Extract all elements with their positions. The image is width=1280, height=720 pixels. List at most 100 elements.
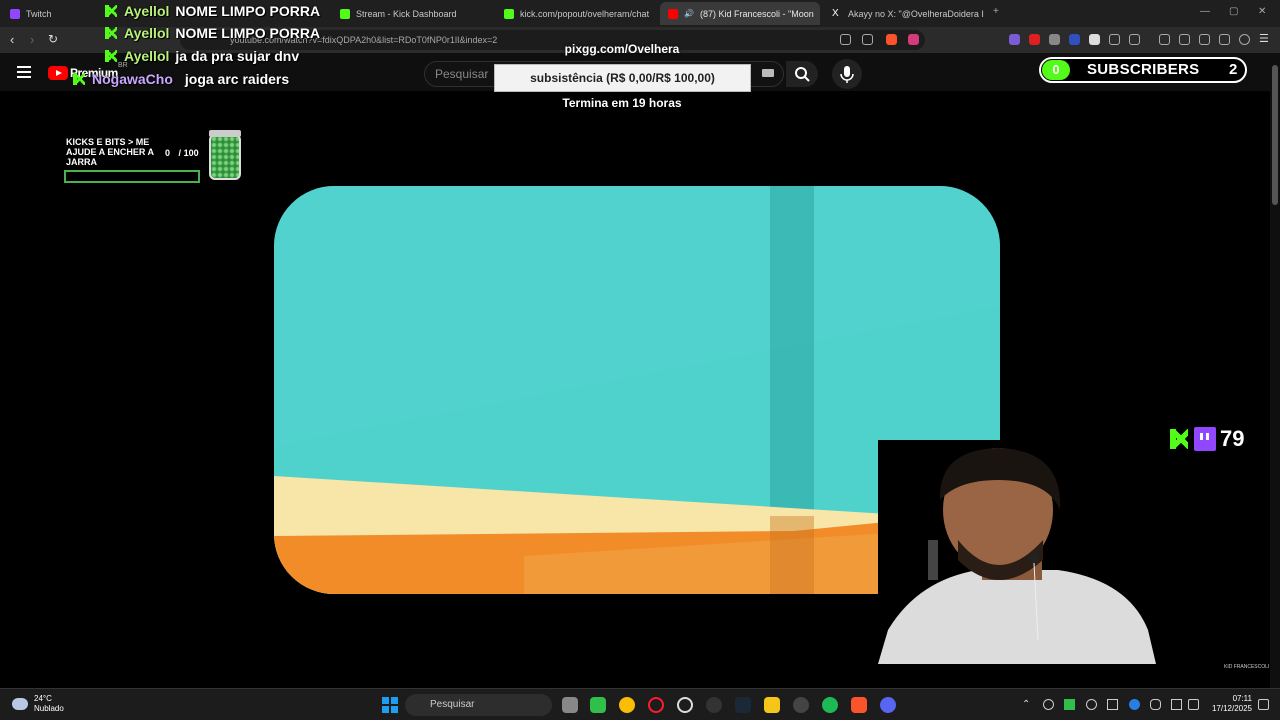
subscribers-total: 2 — [1229, 61, 1238, 78]
chat-text: NOME LIMPO PORRA — [175, 3, 321, 19]
weather-desc: Nublado — [34, 704, 64, 713]
jar-current: 0 — [165, 148, 171, 158]
network-icon[interactable] — [1171, 699, 1182, 710]
hamburger-icon[interactable] — [17, 66, 31, 78]
brave-icon[interactable] — [851, 697, 867, 713]
obs-icon[interactable] — [677, 697, 693, 713]
keyboard-icon[interactable] — [762, 69, 774, 77]
system-clock[interactable]: 07:11 17/12/2025 — [1208, 694, 1252, 714]
file-explorer-icon[interactable] — [764, 697, 780, 713]
chat-text: ja da pra sujar dnv — [175, 48, 300, 64]
tab-label: kick.com/popout/ovelheram/chat — [520, 8, 650, 19]
volume-icon[interactable] — [1188, 699, 1199, 710]
extension-icon[interactable] — [1009, 34, 1020, 45]
steam-icon[interactable] — [735, 697, 751, 713]
screen: Twitch Stream - Kick Dashboard kick.com/… — [0, 0, 1280, 720]
donation-goal-text: subsistência (R$ 0,00/R$ 100,00) — [530, 71, 715, 85]
tray-icon[interactable] — [1064, 699, 1075, 710]
app-icon[interactable] — [706, 697, 722, 713]
chat-message: Ayellol ja da pra sujar dnv — [104, 45, 299, 67]
windows-start-icon[interactable] — [382, 697, 398, 713]
puzzle-icon[interactable] — [1109, 34, 1120, 45]
opera-icon[interactable] — [648, 697, 664, 713]
viewer-counter: 79 — [1168, 426, 1244, 452]
chrome-icon[interactable] — [619, 697, 635, 713]
extension-icon[interactable] — [1089, 34, 1100, 45]
x-logo-icon: X — [832, 7, 839, 19]
vpn-icon[interactable] — [1239, 34, 1250, 45]
search-placeholder: Pesquisar — [435, 67, 489, 81]
extension-icon[interactable] — [1069, 34, 1080, 45]
tray-icon[interactable] — [1086, 699, 1097, 710]
sidebar-icon[interactable] — [1179, 34, 1190, 45]
microphone-icon — [840, 66, 854, 83]
chat-message: Ayellol NOME LIMPO PORRA — [104, 0, 320, 22]
app-icon[interactable] — [793, 697, 809, 713]
chevron-up-icon[interactable]: ⌃ — [1022, 699, 1033, 710]
chat-text: joga arc raiders — [184, 71, 290, 87]
kick-icon — [104, 26, 118, 40]
tab-x[interactable]: X Akayy no X: "@OvelheraDoidera Ima — [824, 2, 984, 25]
webcam-watermark: KID FRANCESCOLI — [1224, 664, 1270, 670]
youtube-icon — [668, 8, 678, 19]
donation-goal-ends: Termina em 19 horas — [562, 96, 682, 110]
voice-search-button[interactable] — [832, 59, 862, 89]
app-icon[interactable] — [590, 697, 606, 713]
wallet-icon[interactable] — [1129, 34, 1140, 45]
brave-rewards-icon[interactable] — [908, 34, 919, 45]
clock-date: 17/12/2025 — [1211, 704, 1252, 713]
viewer-count: 79 — [1220, 426, 1245, 451]
clock-time: 07:11 — [1232, 694, 1252, 703]
share-icon[interactable] — [862, 34, 873, 45]
tab-label: Stream - Kick Dashboard — [356, 8, 457, 19]
kick-icon — [1168, 427, 1190, 451]
extension-icon[interactable] — [1029, 34, 1040, 45]
microphone-icon[interactable] — [1150, 699, 1161, 710]
reload-icon[interactable]: ↻ — [48, 32, 58, 46]
tray-icon[interactable] — [1107, 699, 1118, 710]
cloud-icon — [12, 698, 28, 710]
search-button[interactable] — [786, 61, 818, 87]
bluetooth-icon[interactable] — [1129, 699, 1140, 710]
jar-progress-bar — [64, 170, 200, 183]
taskbar-search[interactable]: Pesquisar — [405, 694, 552, 716]
cast-icon[interactable] — [840, 34, 851, 45]
tab-kick-chat[interactable]: kick.com/popout/ovelheram/chat — [496, 2, 656, 25]
twitch-icon — [10, 8, 20, 19]
page-scrollbar[interactable] — [1270, 53, 1280, 688]
new-tab-icon[interactable]: + — [993, 6, 999, 17]
taskbar-search-placeholder: Pesquisar — [430, 699, 475, 710]
discord-icon[interactable] — [880, 697, 896, 713]
notifications-icon[interactable] — [1258, 699, 1269, 710]
maximize-icon[interactable]: ▢ — [1229, 6, 1238, 17]
donation-site-label: pixgg.com/Ovelhera — [564, 42, 680, 56]
task-view-icon[interactable] — [562, 697, 578, 713]
chat-username: Ayellol — [124, 48, 170, 64]
scrollbar-thumb[interactable] — [1272, 65, 1278, 205]
spotify-icon[interactable] — [822, 697, 838, 713]
leo-icon[interactable] — [1219, 34, 1230, 45]
tray-icon[interactable] — [1043, 699, 1054, 710]
windows-taskbar: 24°C Nublado Pesquisar ⌃ 07:11 17/12/202… — [0, 688, 1280, 720]
twitch-icon — [1194, 427, 1216, 451]
tab-youtube[interactable]: 🔊 (87) Kid Francescoli - "Moon ✕ — [660, 2, 820, 25]
chat-message: Ayellol NOME LIMPO PORRA — [104, 22, 320, 44]
back-icon[interactable]: ‹ — [10, 32, 14, 47]
youtube-logo-icon[interactable] — [48, 66, 68, 80]
jar-separator: / — [178, 148, 182, 158]
chat-username: Ayellol — [124, 25, 170, 41]
extension-icon[interactable] — [1049, 34, 1060, 45]
tab-kick-dashboard[interactable]: Stream - Kick Dashboard — [332, 2, 492, 25]
forward-icon[interactable]: › — [30, 32, 34, 47]
menu-icon[interactable]: ☰ — [1259, 32, 1269, 45]
kick-icon — [340, 8, 350, 19]
tab-twitch[interactable]: Twitch — [2, 2, 102, 25]
kick-icon — [104, 4, 118, 18]
minimize-icon[interactable]: — — [1200, 6, 1210, 17]
weather-widget[interactable]: 24°C Nublado — [12, 694, 64, 714]
streamer-avatar — [878, 440, 1156, 664]
music-icon[interactable] — [1159, 34, 1170, 45]
wallet-icon[interactable] — [1199, 34, 1210, 45]
brave-shield-icon[interactable] — [886, 34, 897, 45]
close-window-icon[interactable]: ✕ — [1258, 6, 1266, 17]
